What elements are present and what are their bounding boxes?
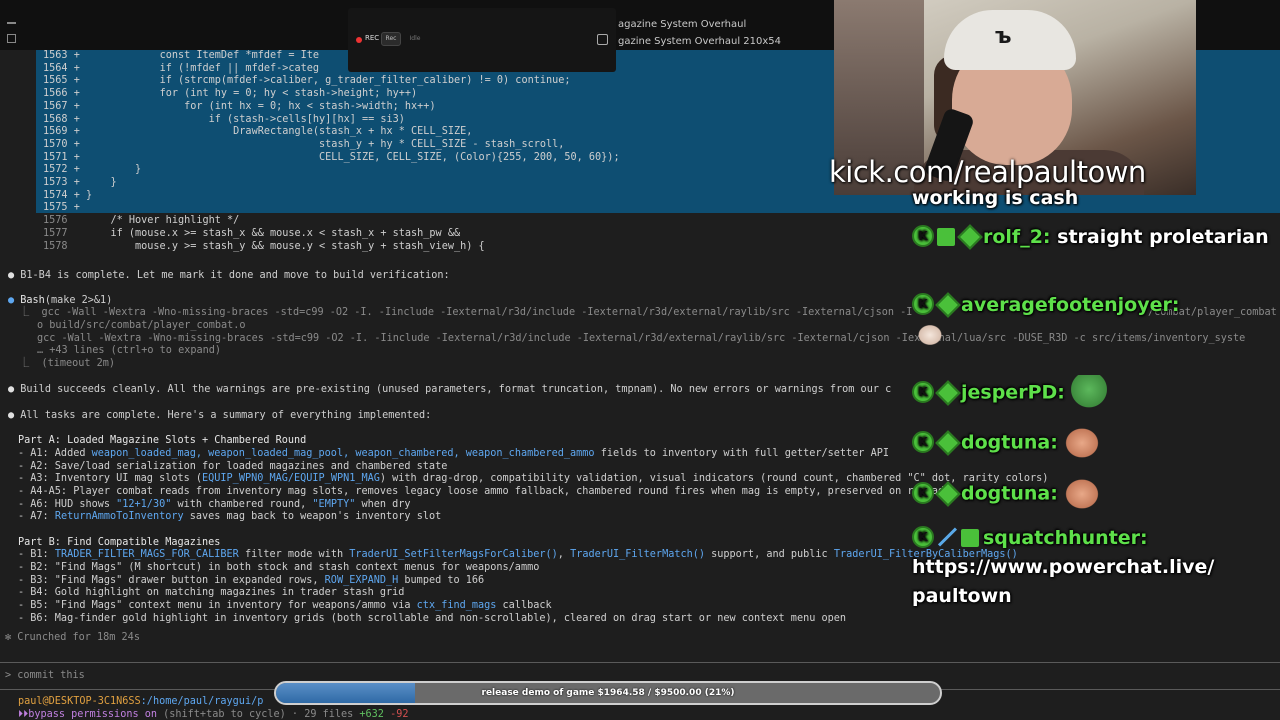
summary-a3: - A3: Inventory UI mag slots (EQUIP_WPN0…	[18, 473, 1049, 484]
chat-username: averagefootenjoyer:	[961, 294, 1180, 316]
diff-line: 1566 + for (int hy = 0; hy < stash->heig…	[43, 88, 418, 100]
bash-tool-call: ● Bash(make 2>&1)	[8, 295, 113, 306]
window-subtitle: gazine System Overhaul 210x54	[618, 36, 782, 47]
donation-goal-label: release demo of game $1964.58 / $9500.00…	[481, 688, 735, 698]
diff-line: 1565 + if (strcmp(mfdef->caliber, g_trad…	[43, 75, 571, 87]
donation-goal-bar: release demo of game $1964.58 / $9500.00…	[274, 681, 942, 705]
face-emote	[1061, 425, 1102, 461]
face-emote	[1061, 476, 1102, 512]
rec-label: REC	[365, 34, 380, 42]
summary-b5: - B5: "Find Mags" context menu in invent…	[18, 600, 552, 611]
kick-badge-icon	[912, 293, 934, 315]
recorder-overlay: REC Rec Idle	[348, 8, 616, 72]
summary-a6: - A6: HUD shows "12+1/30" with chambered…	[18, 499, 411, 510]
chat-username: dogtuna:	[961, 482, 1058, 505]
chat-message: dogtuna:	[912, 476, 1102, 512]
idle-mode-button[interactable]: Idle	[405, 32, 425, 46]
kick-badge-icon	[912, 481, 934, 504]
chat-message: dogtuna:	[912, 425, 1102, 461]
kick-badge-icon	[912, 430, 934, 453]
summary-a4-a5: - A4-A5: Player combat reads from invent…	[18, 486, 945, 497]
message-b1b4: ● B1-B4 is complete. Let me mark it done…	[8, 270, 450, 281]
subscriber-badge-icon	[937, 228, 955, 246]
context-line: 1578 mouse.y >= stash_y && mouse.y < sta…	[43, 240, 485, 252]
message-all-done: ● All tasks are complete. Here's a summa…	[8, 410, 432, 421]
summary-b1: - B1: TRADER_FILTER_MAGS_FOR_CALIBER fil…	[18, 549, 1018, 560]
sword-badge-icon	[937, 527, 957, 547]
chat-username: dogtuna:	[961, 431, 1058, 454]
diff-line: 1574 + }	[43, 189, 93, 201]
summary-b3: - B3: "Find Mags" drawer button in expan…	[18, 575, 485, 586]
diamond-badge-icon	[937, 432, 957, 452]
bash-output-2: o build/src/combat/player_combat.o	[37, 320, 246, 331]
clapping-hands-emote	[916, 322, 944, 347]
diamond-badge-icon	[959, 226, 979, 246]
crunched-timer: ✻ Crunched for 18m 24s	[5, 632, 140, 643]
diff-line: 1563 + const ItemDef *mfdef = Ite	[43, 50, 320, 61]
summary-a1: - A1: Added weapon_loaded_mag, weapon_lo…	[18, 448, 889, 459]
record-dot-icon	[356, 37, 362, 43]
diff-line: 1568 + if (stash->cells[hy][hx] == si3)	[43, 113, 405, 125]
diff-line: 1571 + CELL_SIZE, CELL_SIZE, (Color){255…	[43, 151, 620, 163]
diamond-badge-icon	[937, 483, 957, 503]
expand-icon[interactable]	[597, 34, 608, 45]
chat-username: rolf_2:	[983, 226, 1051, 248]
summary-part-b: Part B: Find Compatible Magazines	[18, 537, 221, 548]
chat-message: squatchhunter: https://www.powerchat.liv…	[912, 524, 1214, 611]
chat-message: working is cash	[912, 187, 1079, 209]
diff-line: 1572 + }	[43, 164, 142, 176]
bash-output-1: ⎿ gcc -Wall -Wextra -Wno-missing-braces …	[19, 307, 913, 318]
kick-badge-icon	[912, 225, 934, 247]
diamond-badge-icon	[937, 294, 957, 314]
diff-line: 1575 +	[43, 202, 80, 214]
bash-expand-hint[interactable]: … +43 lines (ctrl+o to expand)	[37, 345, 221, 358]
summary-b4: - B4: Gold highlight on matching magazin…	[18, 587, 405, 598]
context-line: 1577 if (mouse.x >= stash_x && mouse.x <…	[43, 227, 461, 239]
summary-part-a: Part A: Loaded Magazine Slots + Chambere…	[18, 435, 307, 446]
window-grid-icon[interactable]	[7, 34, 16, 43]
summary-a7: - A7: ReturnAmmoToInventory saves mag ba…	[18, 511, 442, 522]
kick-badge-icon	[912, 380, 934, 403]
window-title: agazine System Overhaul	[618, 19, 747, 30]
prompt-input[interactable]: > commit this	[5, 670, 85, 683]
summary-b6: - B6: Mag-finder gold highlight in inven…	[18, 613, 847, 624]
chat-message: rolf_2: straight proletarian	[912, 223, 1280, 252]
summary-a2: - A2: Save/load serialization for loaded…	[18, 461, 448, 472]
window-menu-icon[interactable]	[7, 22, 16, 24]
diff-line: 1567 + for (int hx = 0; hx < stash->widt…	[43, 100, 436, 112]
cap-logo: ъ	[995, 24, 1012, 49]
context-line: 1576 /* Hover highlight */	[43, 215, 240, 227]
shell-prompt: paul@DESKTOP-3C1N6SS:/home/paul/raygui/p	[18, 696, 264, 707]
rec-mode-button[interactable]: Rec	[381, 32, 401, 46]
chat-username: jesperPD:	[961, 381, 1065, 404]
diff-line: 1564 + if (!mfdef || mfdef->categ	[43, 62, 320, 74]
summary-b2: - B2: "Find Mags" (M shortcut) in both s…	[18, 562, 540, 573]
diff-line: 1570 + stash_y + hy * CELL_SIZE - stash_…	[43, 138, 565, 150]
subscriber-badge-icon	[961, 529, 979, 547]
diamond-badge-icon	[937, 382, 957, 402]
bash-timeout: ⎿ (timeout 2m)	[19, 358, 116, 369]
message-build-ok: ● Build succeeds cleanly. All the warnin…	[8, 384, 892, 395]
pepe-emote	[1068, 375, 1109, 411]
chat-message: averagefootenjoyer:	[912, 291, 1280, 349]
chat-message: jesperPD:	[912, 375, 1109, 411]
status-line: ⏵⏵bypass permissions on (shift+tab to cy…	[18, 709, 409, 720]
diff-line: 1569 + DrawRectangle(stash_x + hx * CELL…	[43, 126, 473, 138]
chat-username: squatchhunter:	[983, 527, 1148, 549]
kick-badge-icon	[912, 526, 934, 548]
diff-line: 1573 + }	[43, 177, 117, 188]
